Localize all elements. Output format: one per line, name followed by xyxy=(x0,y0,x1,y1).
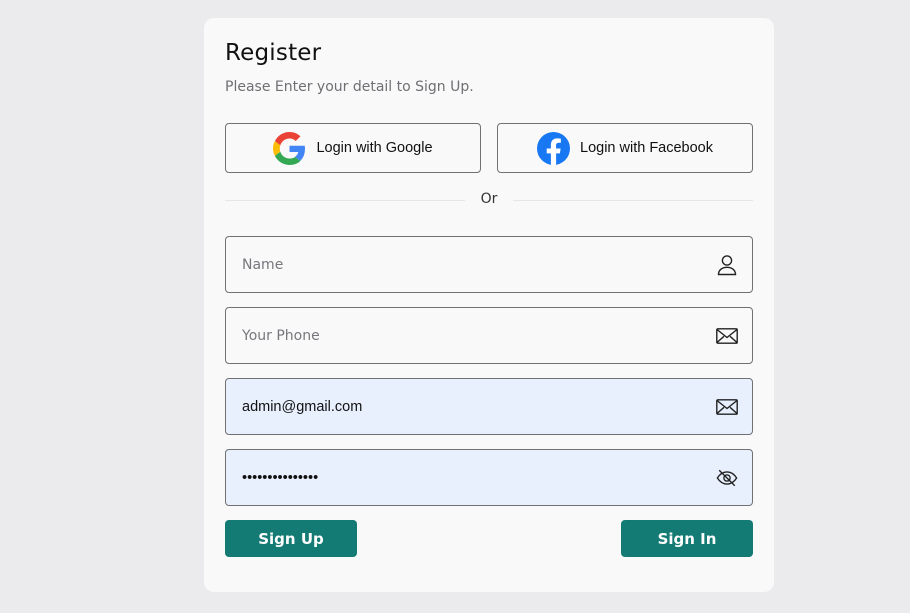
email-input[interactable] xyxy=(226,379,686,434)
password-field xyxy=(225,449,753,506)
google-icon xyxy=(273,131,306,165)
envelope-icon xyxy=(716,325,738,347)
password-input[interactable] xyxy=(226,450,686,505)
page-title: Register xyxy=(225,40,322,66)
phone-field xyxy=(225,307,753,364)
divider-text: Or xyxy=(480,191,498,207)
name-input[interactable] xyxy=(226,237,686,292)
or-divider: Or xyxy=(225,190,753,210)
eye-slash-icon[interactable] xyxy=(716,467,738,489)
facebook-icon xyxy=(537,131,570,165)
sign-up-button[interactable]: Sign Up xyxy=(225,520,357,557)
register-card: Register Please Enter your detail to Sig… xyxy=(204,18,774,592)
sign-in-button[interactable]: Sign In xyxy=(621,520,753,557)
login-google-label: Login with Google xyxy=(316,140,433,156)
email-field xyxy=(225,378,753,435)
envelope-icon xyxy=(716,396,738,418)
login-google-button[interactable]: Login with Google xyxy=(225,123,481,173)
user-icon xyxy=(716,254,738,276)
divider-line-right xyxy=(513,200,753,201)
page-subtitle: Please Enter your detail to Sign Up. xyxy=(225,79,474,95)
login-facebook-label: Login with Facebook xyxy=(580,140,713,156)
name-field xyxy=(225,236,753,293)
phone-input[interactable] xyxy=(226,308,686,363)
login-facebook-button[interactable]: Login with Facebook xyxy=(497,123,753,173)
